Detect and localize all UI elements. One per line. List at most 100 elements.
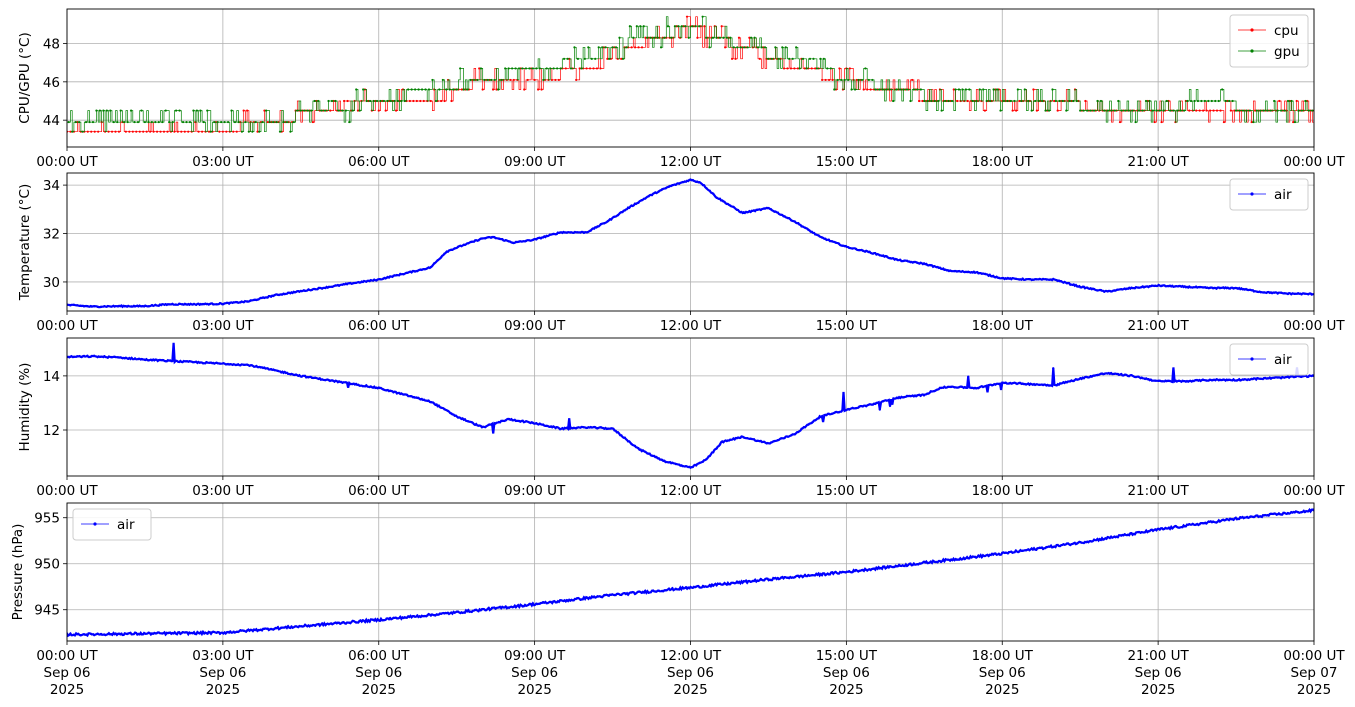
data-point [133, 357, 137, 360]
data-point [371, 279, 375, 282]
y-tick-label: 34 [43, 178, 60, 194]
data-point [1266, 109, 1269, 112]
data-point [749, 580, 752, 583]
data-point [630, 591, 633, 594]
data-point [766, 577, 769, 581]
data-point [657, 190, 660, 193]
data-point [1222, 518, 1225, 521]
data-point [147, 305, 150, 308]
data-point [167, 303, 171, 306]
data-point [1307, 375, 1310, 378]
data-point [1120, 288, 1123, 291]
data-point [89, 355, 93, 358]
data-point [331, 285, 334, 289]
data-point [518, 605, 521, 609]
data-point [922, 262, 926, 265]
data-point [812, 57, 815, 60]
data-point [174, 359, 178, 362]
data-point [1208, 109, 1212, 112]
data-point [892, 99, 895, 103]
data-point [882, 254, 885, 257]
data-point [753, 36, 756, 39]
data-point [640, 591, 643, 595]
data-point [535, 238, 538, 241]
data-point [273, 294, 276, 297]
data-point [646, 36, 649, 39]
data-point [766, 206, 769, 210]
data-point [185, 120, 188, 124]
data-point [691, 465, 694, 469]
data-point [511, 605, 514, 609]
data-point [218, 632, 222, 635]
data-point [728, 582, 732, 586]
data-point [603, 427, 606, 430]
x-tick-label: 06:00 UT [348, 648, 410, 664]
data-point [511, 241, 514, 244]
data-point [918, 99, 921, 103]
data-point [276, 293, 280, 297]
data-point [745, 581, 749, 584]
data-point [1167, 284, 1171, 288]
data-point [939, 386, 943, 390]
y-axis-label: CPU/GPU (°C) [17, 32, 33, 123]
data-point [850, 88, 853, 91]
data-point [280, 371, 283, 374]
data-point [796, 574, 800, 578]
data-point [218, 130, 221, 133]
data-point [589, 229, 592, 232]
data-point [164, 109, 167, 112]
data-point [943, 385, 946, 388]
data-point [1113, 372, 1116, 376]
data-point [528, 602, 531, 606]
data-point [960, 270, 963, 273]
data-point [1147, 530, 1150, 533]
x-tick-label: 15:00 UT [816, 483, 878, 499]
data-point [572, 426, 575, 430]
data-point [1188, 109, 1191, 112]
data-point [1283, 376, 1286, 379]
data-point [371, 386, 375, 389]
data-point [950, 99, 954, 103]
data-point [538, 67, 541, 70]
data-point [465, 88, 469, 91]
data-point [188, 360, 191, 363]
data-point [626, 440, 630, 443]
data-point [1015, 109, 1018, 112]
data-point [919, 562, 922, 565]
data-point [597, 46, 600, 49]
data-point [745, 436, 749, 440]
data-point [358, 109, 361, 112]
data-point [395, 617, 399, 620]
data-point [116, 305, 120, 308]
data-point [826, 67, 829, 70]
data-point [385, 617, 388, 620]
x-tick-label: 09:00 UT [504, 318, 566, 334]
data-point [595, 67, 599, 70]
data-point [116, 356, 120, 359]
data-point [1140, 531, 1143, 534]
data-point [232, 630, 235, 633]
data-point [1218, 378, 1222, 382]
data-point [911, 78, 914, 82]
data-point [1028, 277, 1031, 281]
data-point [282, 120, 285, 124]
y-tick-label: 32 [43, 227, 60, 243]
data-point [943, 560, 946, 563]
data-point [776, 439, 779, 442]
data-point [215, 361, 218, 365]
data-point [323, 109, 327, 112]
data-point [664, 589, 667, 592]
data-point [69, 632, 72, 635]
data-point [698, 25, 701, 28]
data-point [1181, 284, 1184, 288]
data-point [504, 605, 507, 608]
data-point [484, 425, 487, 429]
data-point [82, 305, 86, 308]
data-point [407, 88, 410, 91]
data-point [711, 36, 715, 39]
data-point [899, 564, 902, 568]
data-point [657, 589, 660, 592]
data-point [554, 78, 557, 82]
data-point [1058, 544, 1062, 548]
data-point [801, 57, 805, 60]
